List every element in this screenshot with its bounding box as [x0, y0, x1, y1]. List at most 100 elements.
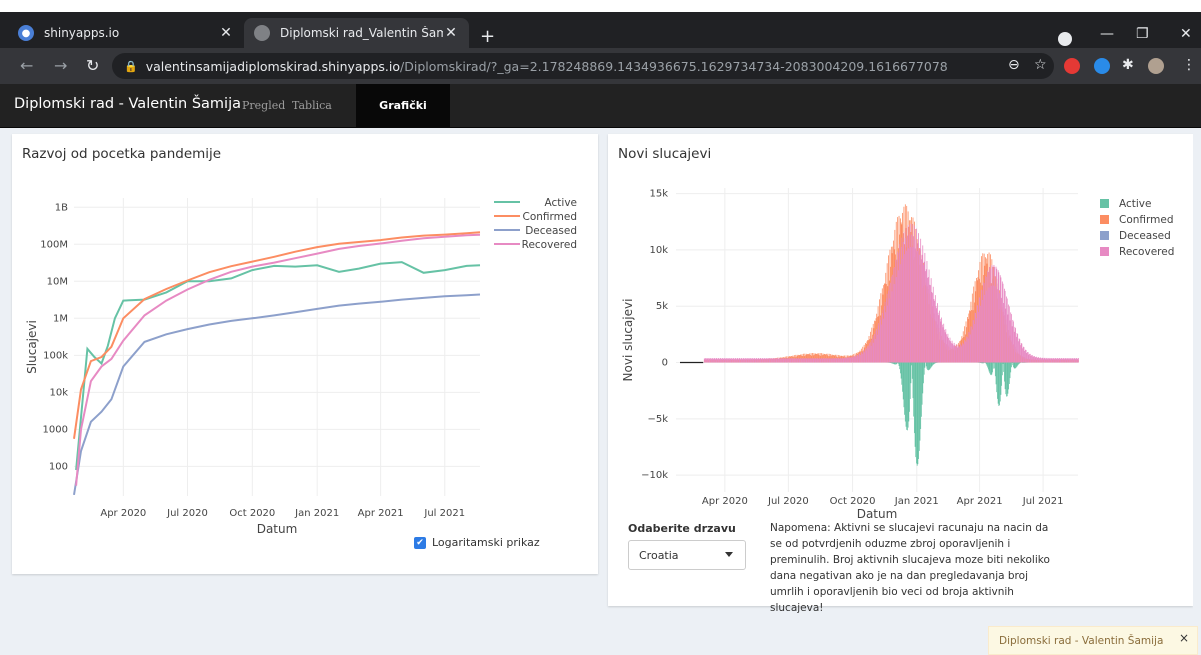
toast-close-icon[interactable]: ×	[1179, 631, 1189, 645]
bar-recovered	[736, 358, 738, 363]
bar-active	[980, 362, 982, 364]
bar-recovered	[934, 295, 936, 363]
bar-recovered	[924, 252, 926, 363]
bar-recovered	[870, 342, 871, 363]
series-line-confirmed	[73, 231, 481, 439]
bar-recovered	[1002, 283, 1004, 363]
browser-tab-shinyapps[interactable]: ● shinyapps.io ✕	[8, 18, 244, 48]
minimize-icon[interactable]: —	[1100, 26, 1114, 42]
bar-recovered	[990, 285, 992, 363]
restore-icon[interactable]: ❐	[1136, 26, 1149, 42]
reload-icon[interactable]: ↻	[86, 56, 99, 75]
bar-recovered	[906, 250, 908, 363]
bar-recovered	[849, 357, 850, 363]
bar-recovered	[793, 358, 795, 363]
bar-recovered	[770, 358, 772, 363]
bar-active	[916, 362, 917, 464]
bar-recovered	[1078, 358, 1079, 363]
bar-active	[930, 362, 932, 368]
bar-recovered	[763, 358, 765, 363]
page-scrollbar[interactable]	[1193, 128, 1201, 655]
bar-recovered	[728, 358, 730, 363]
bar-active	[906, 362, 908, 430]
country-select[interactable]: Croatia	[628, 540, 746, 570]
bar-active	[898, 362, 900, 366]
legend-swatch-deceased	[1100, 231, 1109, 240]
bar-recovered	[896, 259, 898, 363]
extensions-puzzle-icon[interactable]: ✱	[1122, 57, 1134, 73]
bar-recovered	[787, 358, 789, 363]
bar-recovered	[791, 358, 793, 363]
profile-dropdown-icon[interactable]	[1058, 32, 1072, 46]
bar-recovered	[923, 261, 925, 363]
bar-recovered	[851, 356, 852, 363]
bar-recovered	[1008, 306, 1010, 363]
forward-arrow-icon[interactable]: →	[54, 56, 67, 75]
address-bar[interactable]: 🔒 valentinsamijadiplomskirad.shinyapps.i…	[112, 53, 1054, 79]
close-window-icon[interactable]: ✕	[1180, 26, 1192, 42]
bar-recovered	[812, 358, 814, 363]
bar-recovered	[855, 355, 857, 363]
bar-recovered	[741, 358, 743, 363]
bar-recovered	[929, 284, 931, 363]
bar-recovered	[731, 359, 733, 363]
url-host: valentinsamijadiplomskirad.shinyapps.io	[145, 58, 401, 74]
x-tick-label: Oct 2020	[830, 496, 876, 507]
bar-recovered	[885, 312, 887, 363]
bookmark-star-icon[interactable]: ☆	[1034, 57, 1047, 73]
bar-active	[932, 362, 933, 366]
bar-recovered	[941, 324, 943, 363]
bar-recovered	[1001, 281, 1003, 363]
bar-recovered	[862, 353, 864, 363]
bar-recovered	[712, 358, 714, 363]
bar-recovered	[932, 286, 934, 363]
app-brand[interactable]: Diplomski rad - Valentin Šamija	[14, 96, 241, 112]
back-arrow-icon[interactable]: ←	[20, 56, 33, 75]
bar-recovered	[1018, 338, 1020, 363]
zoom-icon[interactable]: ⊖	[1008, 57, 1020, 73]
bar-recovered	[1014, 326, 1016, 363]
bar-recovered	[963, 344, 965, 363]
bar-recovered	[871, 339, 873, 363]
browser-tab-diplomski[interactable]: Diplomski rad_Valentin Šamija ✕	[244, 18, 469, 48]
new-tab-button[interactable]: +	[480, 26, 495, 47]
bar-recovered	[953, 342, 955, 363]
new-cases-box: Novi slucajevi 15k 10k 5k 0 −5k −10k Apr 2020 J…	[608, 134, 1193, 614]
bar-recovered	[969, 334, 971, 363]
bar-recovered	[775, 358, 776, 363]
bar-recovered	[1055, 358, 1057, 363]
cumulative-line-chart[interactable]: 100 1000 10k 100k 1M 10M 100M 1B Apr 2020 Jul 202…	[12, 174, 598, 564]
bar-recovered	[835, 358, 836, 363]
extension-arrow-icon[interactable]	[1094, 58, 1110, 74]
bar-recovered	[746, 359, 748, 363]
log-scale-checkbox-row[interactable]: ✔ Logaritamski prikaz	[414, 536, 540, 549]
profile-avatar[interactable]	[1148, 58, 1164, 74]
bar-recovered	[966, 336, 968, 363]
bar-recovered	[722, 358, 723, 363]
extension-shield-icon[interactable]	[1064, 58, 1080, 74]
bar-recovered	[752, 359, 754, 363]
bar-recovered	[745, 358, 746, 363]
bar-recovered	[812, 358, 813, 363]
bar-recovered	[863, 350, 865, 363]
bar-recovered	[756, 358, 758, 363]
bar-recovered	[784, 358, 786, 363]
bar-recovered	[819, 358, 821, 363]
tab-graficki-prikaz[interactable]: Grafički prikaz	[356, 84, 450, 156]
bar-recovered	[717, 358, 719, 363]
bar-recovered	[817, 358, 819, 363]
bar-recovered	[835, 357, 837, 363]
log-scale-checkbox[interactable]: ✔	[414, 536, 426, 549]
tab-close-icon[interactable]: ✕	[443, 25, 459, 41]
bar-recovered	[1073, 358, 1075, 363]
bar-recovered	[1057, 358, 1058, 363]
bar-recovered	[707, 358, 709, 363]
y-tick-label: 100M	[40, 239, 68, 250]
tab-close-icon[interactable]: ✕	[218, 25, 234, 41]
new-cases-bar-chart[interactable]: 15k 10k 5k 0 −5k −10k Apr 2020 Jul 2020 Oct 2020…	[608, 174, 1193, 519]
browser-menu-icon[interactable]: ⋮	[1182, 57, 1196, 73]
bar-recovered	[1015, 328, 1016, 363]
bar-recovered	[750, 359, 752, 363]
tab-tablica[interactable]: Tablica	[282, 84, 342, 128]
bar-recovered	[762, 358, 764, 363]
